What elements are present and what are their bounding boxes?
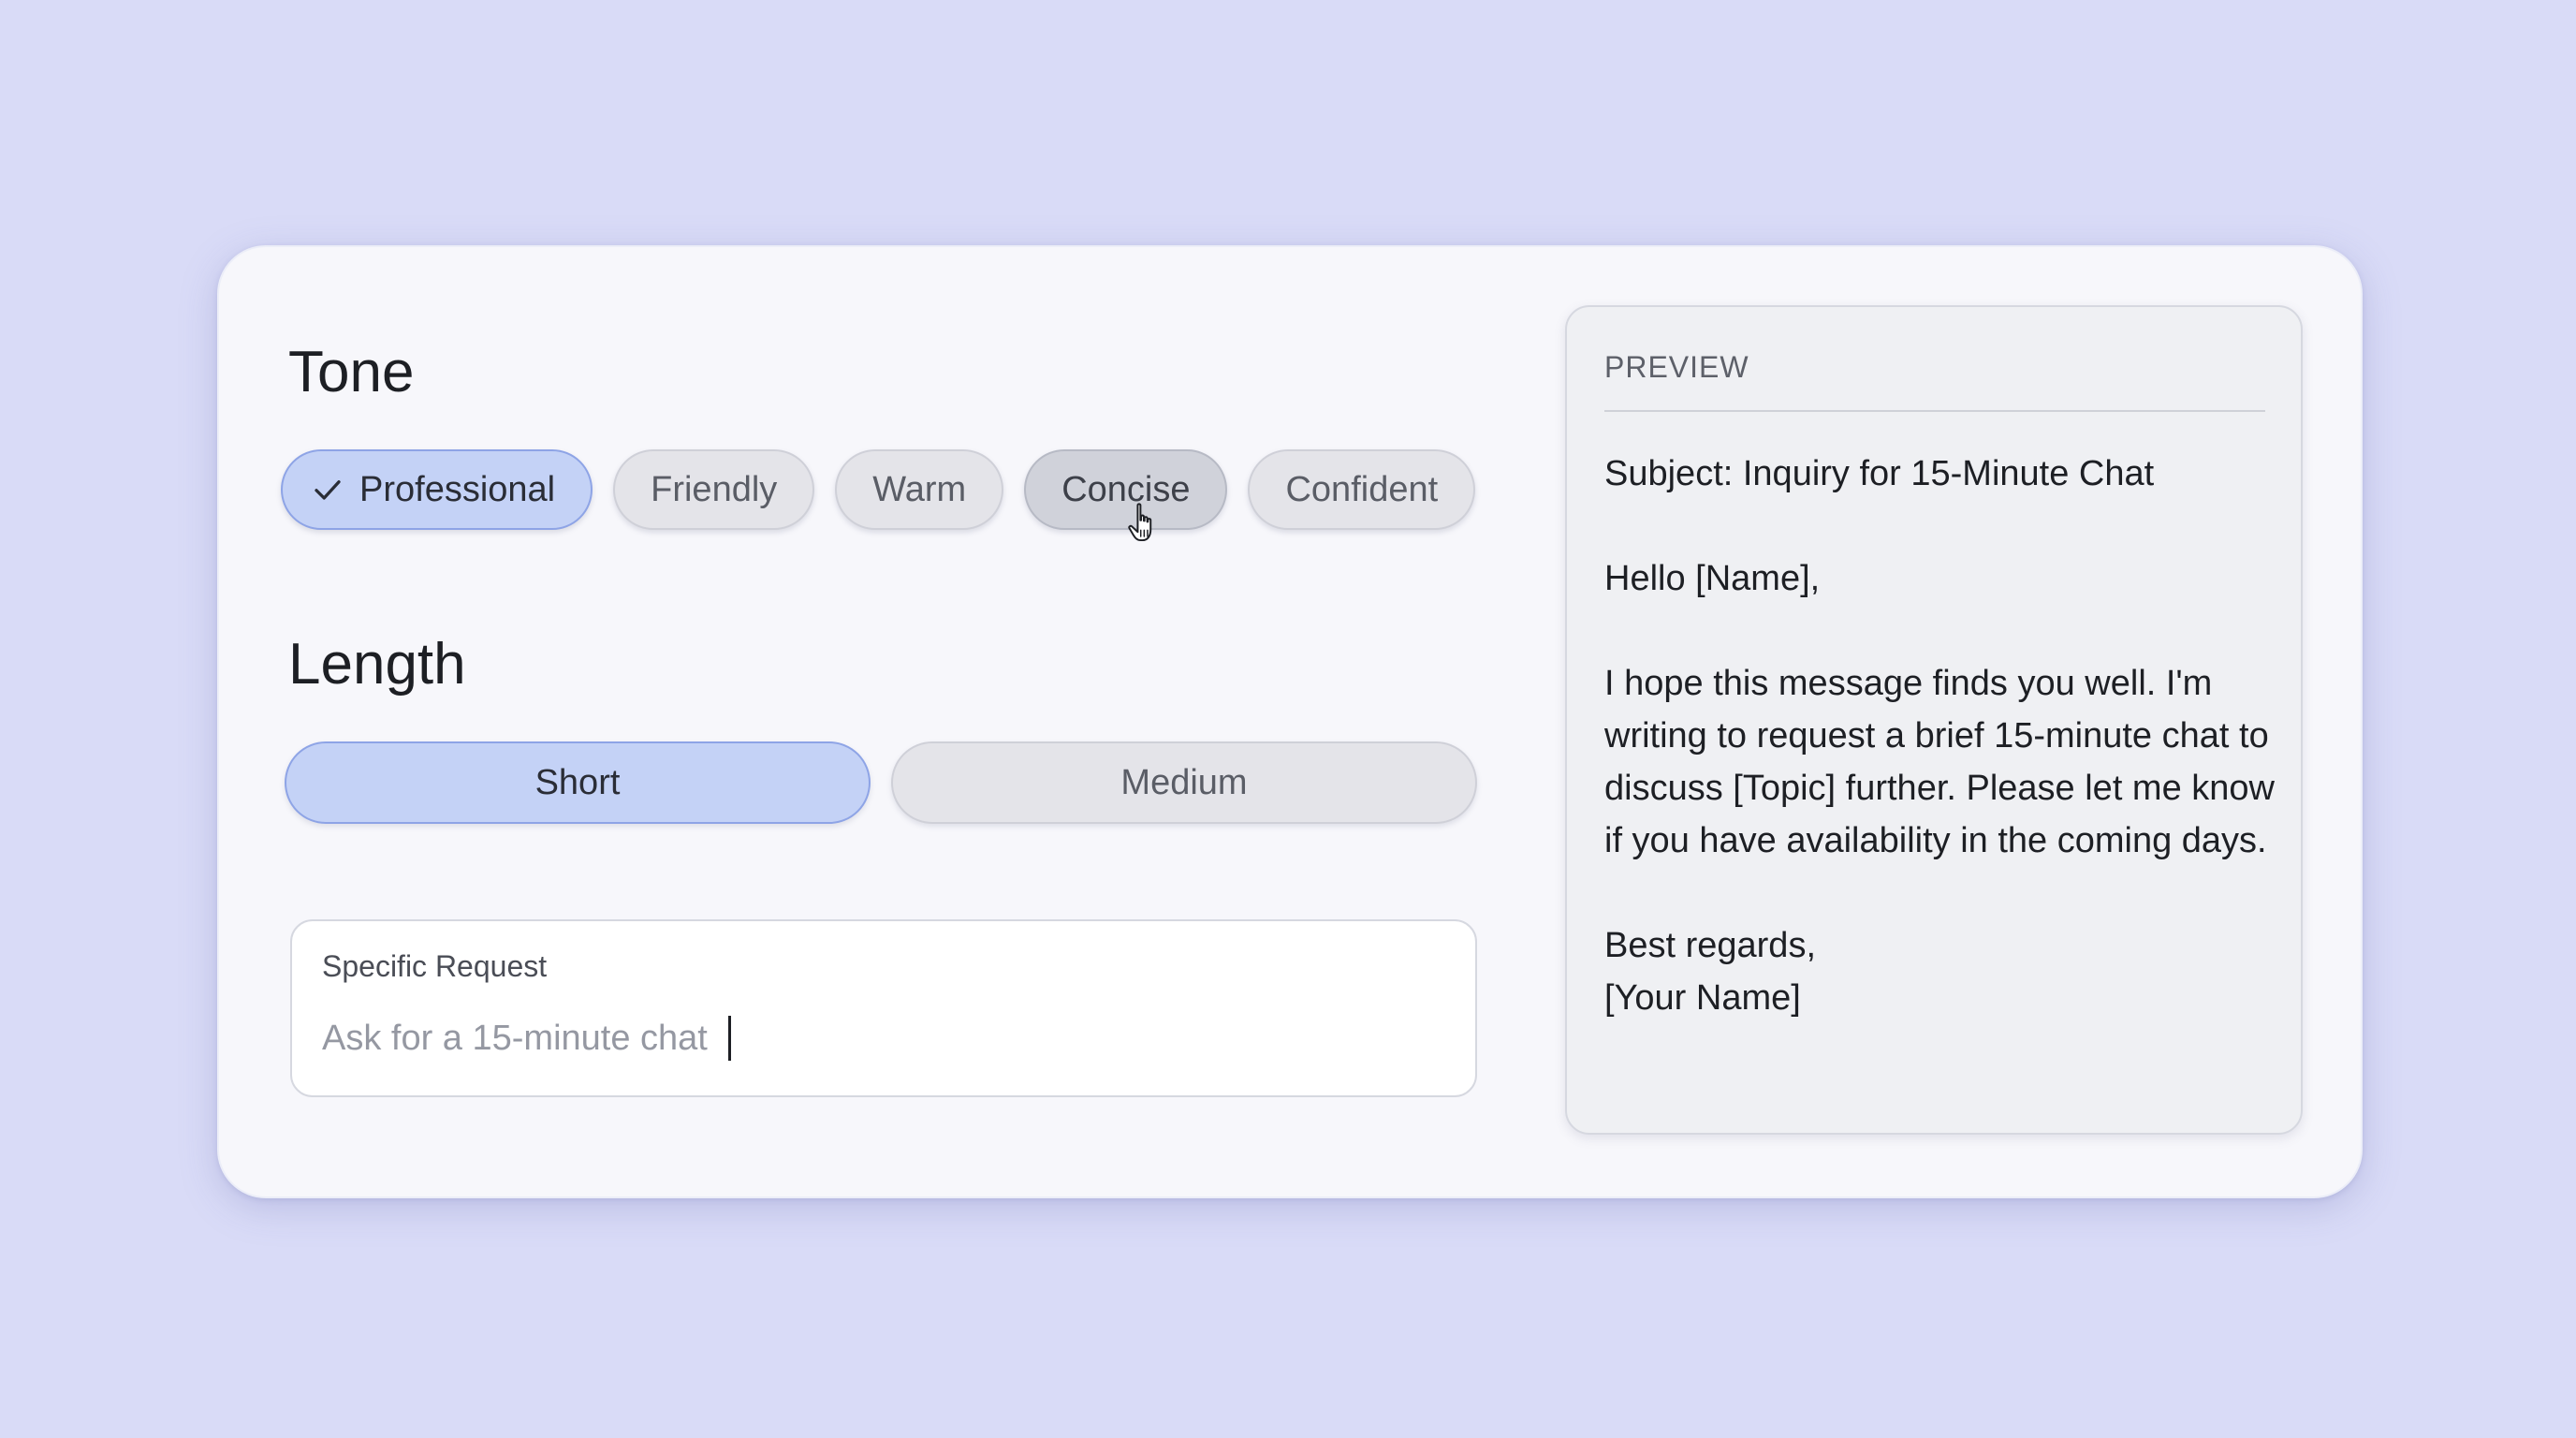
preview-subject: Subject: Inquiry for 15-Minute Chat — [1604, 454, 2155, 493]
tone-chip-warm[interactable]: Warm — [835, 449, 1004, 530]
tone-chip-confident[interactable]: Confident — [1248, 449, 1476, 530]
specific-request-input[interactable] — [322, 1018, 724, 1059]
preview-greeting: Hello [Name], — [1604, 559, 1821, 598]
preview-label: PREVIEW — [1604, 350, 1749, 384]
text-caret — [728, 1016, 731, 1061]
tone-chip-label: Professional — [359, 469, 556, 509]
specific-request-input-wrapper — [322, 1015, 731, 1062]
preview-signature: [Your Name] — [1604, 978, 1801, 1018]
tone-chip-label: Warm — [872, 469, 967, 509]
preview-message: I hope this message finds you well. I'm … — [1604, 664, 2275, 860]
specific-request-label: Specific Request — [322, 949, 548, 983]
length-option-medium[interactable]: Medium — [891, 741, 1477, 824]
preview-body: Subject: Inquiry for 15-Minute Chat Hell… — [1604, 448, 2278, 1024]
length-heading: Length — [288, 632, 466, 697]
length-option-label: Short — [534, 762, 621, 802]
tone-chip-professional[interactable]: Professional — [281, 449, 593, 530]
tone-chip-label: Confident — [1285, 469, 1439, 509]
preview-divider — [1604, 410, 2265, 412]
preview-signoff: Best regards, — [1604, 926, 1816, 965]
specific-request-field[interactable]: Specific Request — [290, 919, 1477, 1097]
length-option-short[interactable]: Short — [285, 741, 871, 824]
tone-chip-friendly[interactable]: Friendly — [613, 449, 815, 530]
length-option-label: Medium — [1120, 762, 1248, 802]
email-composer-card: Tone Professional Friendly Warm Concise … — [217, 245, 2363, 1198]
check-icon — [315, 480, 341, 500]
tone-heading: Tone — [288, 340, 415, 404]
length-options: Short Medium — [285, 741, 1477, 824]
hand-pointer-icon — [1128, 503, 1152, 542]
tone-chip-label: Friendly — [651, 469, 778, 509]
preview-panel: PREVIEW Subject: Inquiry for 15-Minute C… — [1565, 305, 2303, 1135]
tone-options: Professional Friendly Warm Concise Confi… — [281, 449, 1476, 530]
